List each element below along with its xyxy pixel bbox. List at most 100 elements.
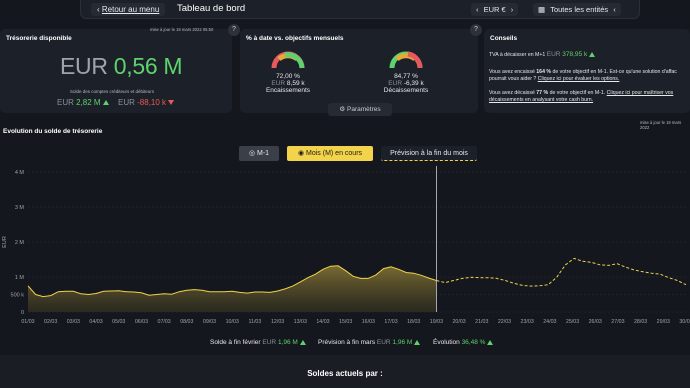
credit-value: 2,82 M [76,98,101,107]
conseils-title: Conseils [490,35,518,42]
parametres-button[interactable]: ⚙ Paramètres [328,103,392,116]
conseil-pct: 77 % [536,90,549,96]
tva-value: 378,95 k [562,51,588,58]
m1-button[interactable]: ◎ M-1 [239,146,279,161]
tva-prefix: EUR [546,51,563,58]
y-tick-label: 0 [21,310,24,316]
help-icon[interactable]: ? [228,24,240,36]
conseil-link[interactable]: Cliquez ici pour maîtriser vos [607,90,674,96]
arrow-up-icon [589,52,596,58]
evolution-chart: 4 M 3 M 2 M 1 M 500 k 0 EUR 01/03 02/03 03/03 04/0… [2,166,690,325]
parametres-label: Paramètres [347,106,381,113]
tresorerie-updated: mise à jour le 19 mars 2022 05:50 [150,27,214,32]
prevision-button[interactable]: Prévision à la fin du mois [381,146,477,161]
chevron-left-icon: ‹ [613,5,616,14]
back-button-label: Retour au menu [101,5,160,14]
conseil-text: Vous avez décaissé [489,90,537,96]
y-tick-label: 4 M [15,170,25,176]
x-tick-label: 25/03 [566,319,579,325]
conseil-link[interactable]: Cliquez ici pour évaluer les options. [538,76,620,82]
x-tick-label: 03/03 [67,319,80,325]
prevision-mars-label: Prévision à fin mars [318,339,376,346]
forecast-line [436,257,687,287]
arrow-up-icon [487,339,494,345]
tresorerie-title: Trésorerie disponible [6,35,72,42]
chevron-right-icon: › [510,5,514,14]
conseil-text: de votre objectif en M-1. [548,90,607,96]
tresorerie-card: Trésorerie disponible mise à jour le 19 … [0,27,232,113]
arrow-up-icon [414,339,421,345]
x-tick-label: 29/03 [657,319,670,325]
x-tick-label: 09/03 [203,319,216,325]
x-tick-label: 12/03 [271,319,284,325]
x-tick-label: 02/03 [44,319,57,325]
currency-label: EUR € [483,5,506,14]
x-tick-label: 24/03 [543,319,556,325]
debit-amount: EUR -88,10 k [118,98,175,107]
x-tick-label: 30/03 [679,319,690,325]
gear-icon: ⚙ [339,106,346,113]
conseil-text: de votre objectif en M-1. Est-ce qu'une … [551,69,677,75]
debit-value: -88,10 k [137,98,167,107]
prevision-mars-prefix: EUR [376,339,393,346]
entity-label: Toutes les entités [550,5,609,14]
x-tick-label: 10/03 [226,319,239,325]
x-tick-label: 28/03 [634,319,647,325]
encaissements-amount: 8,59 k [286,80,305,87]
conseil-link[interactable]: décaissements en analysant votre cash bu… [489,97,593,103]
y-tick-label: 3 M [15,205,25,211]
x-tick-label: 07/03 [158,319,171,325]
chevron-left-icon: ‹ [97,5,100,14]
m1-button-label: M-1 [257,150,270,157]
decaissements-pct: 84,77 % [394,73,418,80]
encaissements-block: 72,00 % EUR 8,59 k Encaissements [258,73,318,94]
conseil-decaissement: Vous avez décaissé 77 % de votre objecti… [489,90,690,103]
solde-fevrier-value: 1,96 M [277,339,298,346]
objectifs-title: % à date vs. objectifs mensuels [246,35,344,42]
encaissements-gauge [271,51,305,69]
evolution-stat-label: Évolution [433,339,460,346]
evolution-stat-value: 36,48 % [461,339,486,346]
entity-selector[interactable]: ▦ Toutes les entités ‹ [533,3,621,16]
y-tick-label: 1 M [15,275,25,281]
x-tick-label: 14/03 [316,319,329,325]
x-tick-label: 21/03 [475,319,488,325]
help-icon[interactable]: ? [470,24,482,36]
chevron-left-icon: ‹ [476,5,479,14]
currency-selector[interactable]: ‹ EUR € › [471,3,519,16]
y-axis-label: EUR [2,236,8,248]
solde-fevrier-label: Solde à fin février [210,339,261,346]
back-button[interactable]: ‹ Retour au menu [91,3,166,16]
prevision-button-label: Prévision à la fin du mois [390,150,468,157]
mois-button[interactable]: ◉ Mois (M) en cours [287,146,373,161]
x-tick-label: 06/03 [135,319,148,325]
decaissements-gauge [389,51,423,69]
tva-text: TVA à décaisser en M+1 [489,52,546,58]
encaissements-label: Encaissements [265,87,311,94]
prevision-mars-value: 1,96 M [392,339,413,346]
y-tick-label: 2 M [15,240,25,246]
soldes-title: Soldes actuels par : [307,369,383,378]
x-tick-label: 05/03 [112,319,125,325]
decaissements-prefix: EUR [388,80,404,87]
x-tick-label: 16/03 [362,319,375,325]
top-bar: ‹ Retour au menu Tableau de bord ‹ EUR €… [80,0,640,19]
eye-icon: ◉ [297,150,305,157]
prevision-mars: Prévision à fin mars EUR 1,96 M [318,339,421,346]
x-tick-label: 23/03 [521,319,534,325]
encaissements-pct: 72,00 % [276,73,300,80]
tresorerie-amount-prefix: EUR [60,53,114,79]
x-tick-label: 08/03 [180,319,193,325]
conseils-card: Conseils TVA à décaisser en M+1 EUR 378,… [484,29,690,113]
x-tick-label: 04/03 [89,319,102,325]
evolution-stat: Évolution 36,48 % [433,339,494,346]
x-tick-label: 26/03 [589,319,602,325]
decaissements-amount: -6,39 k [403,80,424,87]
decaissements-label: Décaissements [383,87,429,94]
credit-prefix: EUR [57,98,77,107]
x-tick-label: 17/03 [384,319,397,325]
building-icon: ▦ [538,5,546,14]
y-tick-label: 500 k [11,293,25,299]
solde-fevrier-prefix: EUR [262,339,278,346]
x-tick-label: 20/03 [452,319,465,325]
